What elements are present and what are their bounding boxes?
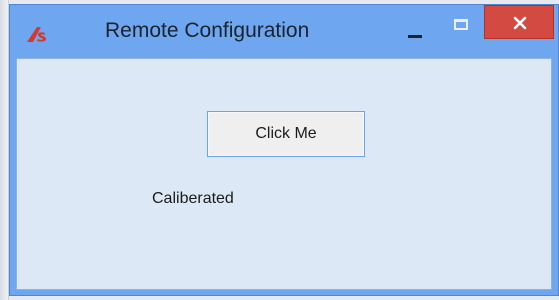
window-client-area: Click Me Caliberated xyxy=(16,58,552,290)
close-icon xyxy=(513,16,527,30)
maximize-icon xyxy=(454,19,468,30)
status-label: Caliberated xyxy=(152,190,234,207)
title-bar[interactable]: Remote Configuration xyxy=(10,5,558,57)
red-s-logo-icon xyxy=(24,23,50,45)
minimize-icon xyxy=(408,35,422,38)
background-strip xyxy=(0,0,9,300)
window-title: Remote Configuration xyxy=(105,19,310,42)
app-window: Remote Configuration Click Me Caliberate… xyxy=(9,4,559,296)
minimize-button[interactable] xyxy=(398,7,438,41)
close-button[interactable] xyxy=(484,5,554,39)
click-me-button[interactable]: Click Me xyxy=(207,111,365,157)
maximize-button[interactable] xyxy=(442,7,482,41)
